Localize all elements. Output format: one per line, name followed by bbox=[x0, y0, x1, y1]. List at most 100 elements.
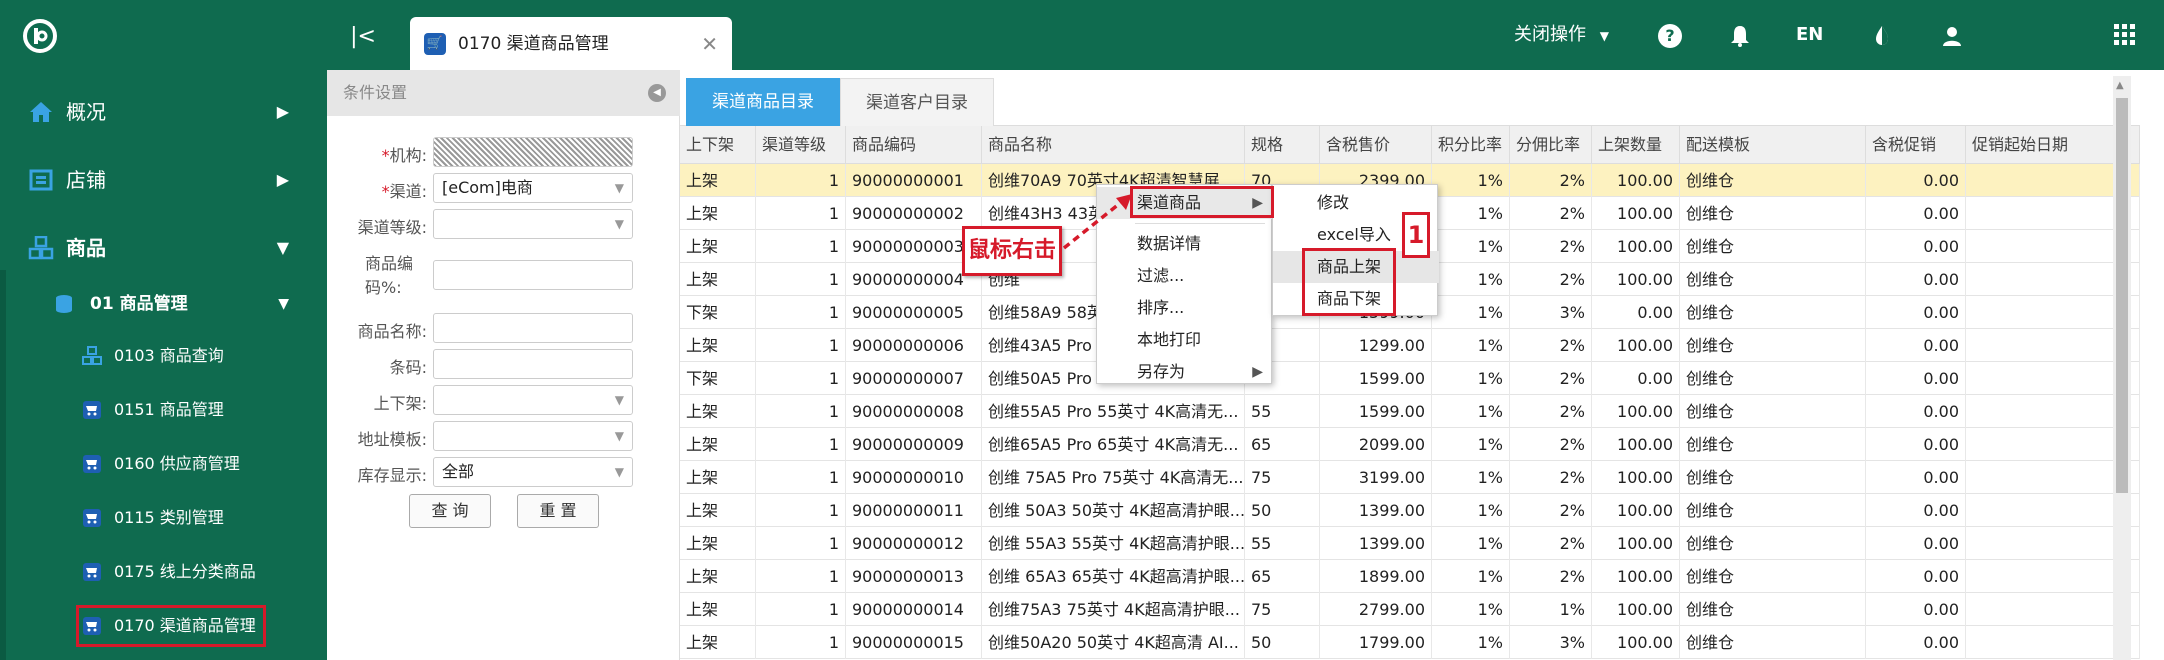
table-cell: 55 bbox=[1245, 395, 1320, 428]
menu-item-sort[interactable]: 排序... bbox=[1097, 292, 1273, 324]
table-cell: 100.00 bbox=[1592, 527, 1680, 560]
column-header[interactable]: 积分比率 bbox=[1432, 126, 1510, 164]
column-header[interactable]: 配送模板 bbox=[1680, 126, 1866, 164]
menu-item-filter[interactable]: 过滤... bbox=[1097, 260, 1273, 292]
table-row[interactable]: 上架 1 90000000009 创维65A5 Pro 65英寸 4K高清无... 65… bbox=[680, 428, 2140, 461]
table-cell: 0.00 bbox=[1866, 230, 1966, 263]
table-row[interactable]: 上架 1 90000000015 创维50A20 50英寸 4K超高清 AI... 50… bbox=[680, 626, 2140, 659]
table-cell: 1 bbox=[756, 395, 846, 428]
table-cell: 1% bbox=[1432, 494, 1510, 527]
table-row[interactable]: 上架 1 90000000014 创维75A3 75英寸 4K超高清护眼... 75 27… bbox=[680, 593, 2140, 626]
sidebar-subitem-0151[interactable]: 0151 商品管理 bbox=[0, 384, 327, 436]
sidebar-item-product[interactable]: 商品 ▼ bbox=[0, 218, 327, 278]
table-cell: 0.00 bbox=[1866, 263, 1966, 296]
table-cell: 上架 bbox=[680, 560, 756, 593]
table-cell: 2% bbox=[1510, 263, 1592, 296]
chevron-down-icon: ▼ bbox=[614, 429, 624, 443]
subtab-bar: 渠道商品目录 渠道客户目录 bbox=[680, 70, 2140, 126]
chevron-right-icon: ▶ bbox=[276, 170, 289, 189]
table-row[interactable]: 上架 1 90000000013 创维 65A3 65英寸 4K超高清护眼... 65 1… bbox=[680, 560, 2140, 593]
menu-item-local-print[interactable]: 本地打印 bbox=[1097, 324, 1273, 356]
table-row[interactable]: 上架 1 90000000012 创维 55A3 55英寸 4K超高清护眼... 55 1… bbox=[680, 527, 2140, 560]
product-code-input[interactable] bbox=[433, 260, 633, 290]
table-cell: 0.00 bbox=[1866, 296, 1966, 329]
cart-icon bbox=[83, 509, 101, 527]
barcode-input[interactable] bbox=[433, 349, 633, 379]
home-icon bbox=[30, 102, 52, 122]
column-header[interactable]: 上下架 bbox=[680, 126, 756, 164]
table-cell: 90000000007 bbox=[846, 362, 982, 395]
table-row[interactable]: 上架 1 90000000010 创维 75A5 Pro 75英寸 4K高清无... 7… bbox=[680, 461, 2140, 494]
table-cell: 创维仓 bbox=[1680, 263, 1866, 296]
column-header[interactable]: 含税促销 bbox=[1866, 126, 1966, 164]
sidebar-subitem-label: 0103 商品查询 bbox=[114, 346, 224, 365]
address-template-select[interactable]: ▼ bbox=[433, 421, 633, 451]
bell-icon[interactable] bbox=[1728, 24, 1752, 48]
filter-panel-title: 条件设置 bbox=[343, 83, 408, 102]
collapse-panel-icon[interactable]: ◀ bbox=[648, 84, 666, 102]
help-icon[interactable]: ? bbox=[1658, 24, 1682, 48]
scroll-up-icon[interactable]: ▲ bbox=[2116, 80, 2124, 91]
sidebar-group-product-management[interactable]: 01 商品管理 ▼ bbox=[0, 278, 327, 330]
chevron-down-icon: ▼ bbox=[614, 465, 624, 479]
sidebar-subitem-0115[interactable]: 0115 类别管理 bbox=[0, 492, 327, 544]
table-row[interactable]: 上架 1 90000000006 创维43A5 Pro 1299.00 1% 2% 100.0… bbox=[680, 329, 2140, 362]
field-label-product-code: 商品编码%: bbox=[365, 254, 414, 297]
channel-level-select[interactable]: ▼ bbox=[433, 209, 633, 239]
table-cell: 75 bbox=[1245, 593, 1320, 626]
table-row[interactable]: 下架 1 90000000007 创维50A5 Pro 1599.00 1% 2% 0.00 创… bbox=[680, 362, 2140, 395]
table-cell: 90000000015 bbox=[846, 626, 982, 659]
table-cell: 1399.00 bbox=[1320, 494, 1432, 527]
table-cell: 2% bbox=[1510, 329, 1592, 362]
grid-vertical-scrollbar[interactable]: ▲ bbox=[2113, 76, 2131, 660]
table-cell: 55 bbox=[1245, 527, 1320, 560]
channel-select[interactable]: [eCom]电商 ▼ bbox=[433, 173, 633, 203]
collapse-sidebar-icon[interactable]: |< bbox=[348, 22, 378, 52]
product-name-input[interactable] bbox=[433, 313, 633, 343]
column-header[interactable]: 含税售价 bbox=[1320, 126, 1432, 164]
column-header[interactable]: 商品名称 bbox=[982, 126, 1245, 164]
table-row[interactable]: 上架 1 90000000011 创维 50A3 50英寸 4K超高清护眼... 50 1… bbox=[680, 494, 2140, 527]
table-row[interactable]: 上架 1 90000000008 创维55A5 Pro 55英寸 4K高清无... 55… bbox=[680, 395, 2140, 428]
table-cell: 创维仓 bbox=[1680, 164, 1866, 197]
column-header[interactable]: 上架数量 bbox=[1592, 126, 1680, 164]
query-button[interactable]: 查 询 bbox=[409, 494, 491, 528]
sidebar-item-label: 商品 bbox=[66, 236, 106, 260]
table-cell: 创维仓 bbox=[1680, 461, 1866, 494]
column-header[interactable]: 分佣比率 bbox=[1510, 126, 1592, 164]
sidebar-subitem-0175[interactable]: 0175 线上分类商品 bbox=[0, 546, 327, 598]
table-cell: 50 bbox=[1245, 626, 1320, 659]
table-cell: 75 bbox=[1245, 461, 1320, 494]
sidebar-subitem-0103[interactable]: 0103 商品查询 bbox=[0, 330, 327, 382]
user-icon[interactable] bbox=[1940, 24, 1964, 48]
app-logo-icon[interactable] bbox=[22, 18, 58, 54]
main-content: 渠道商品目录 渠道客户目录 上下架 渠道等级 商品编码 商品名称 规格 含税售价 积分比率分… bbox=[680, 70, 2164, 660]
sidebar-item-overview[interactable]: 概况 ▶ bbox=[0, 82, 327, 142]
table-cell: 90000000001 bbox=[846, 164, 982, 197]
tab-channel-product-catalog[interactable]: 渠道商品目录 bbox=[686, 78, 840, 126]
table-cell: 65 bbox=[1245, 560, 1320, 593]
language-toggle[interactable]: EN bbox=[1796, 0, 1823, 70]
org-input[interactable] bbox=[433, 137, 633, 167]
tab-channel-product-management[interactable]: 🛒 0170 渠道商品管理 ✕ bbox=[410, 17, 732, 70]
column-header[interactable]: 渠道等级 bbox=[756, 126, 846, 164]
table-cell: 1 bbox=[756, 428, 846, 461]
close-operations-menu[interactable]: 关闭操作 ▼ bbox=[1514, 0, 1609, 70]
apps-grid-icon[interactable] bbox=[2114, 24, 2136, 46]
table-cell: 创维仓 bbox=[1680, 296, 1866, 329]
stock-display-select[interactable]: 全部 ▼ bbox=[433, 457, 633, 487]
field-label-channel: *渠道: bbox=[381, 182, 427, 201]
table-cell: 1% bbox=[1432, 296, 1510, 329]
column-header[interactable]: 商品编码 bbox=[846, 126, 982, 164]
close-icon[interactable]: ✕ bbox=[701, 31, 718, 57]
listing-status-select[interactable]: ▼ bbox=[433, 385, 633, 415]
field-label-listing-status: 上下架: bbox=[373, 394, 427, 413]
table-cell: 创维仓 bbox=[1680, 560, 1866, 593]
theme-contrast-icon[interactable] bbox=[1870, 24, 1894, 48]
scrollbar-thumb[interactable] bbox=[2116, 98, 2128, 493]
sidebar-item-store[interactable]: 店铺 ▶ bbox=[0, 150, 327, 210]
reset-button[interactable]: 重 置 bbox=[517, 494, 599, 528]
sidebar-subitem-0160[interactable]: 0160 供应商管理 bbox=[0, 438, 327, 490]
tab-channel-customer-catalog[interactable]: 渠道客户目录 bbox=[840, 78, 994, 126]
column-header[interactable]: 规格 bbox=[1245, 126, 1320, 164]
